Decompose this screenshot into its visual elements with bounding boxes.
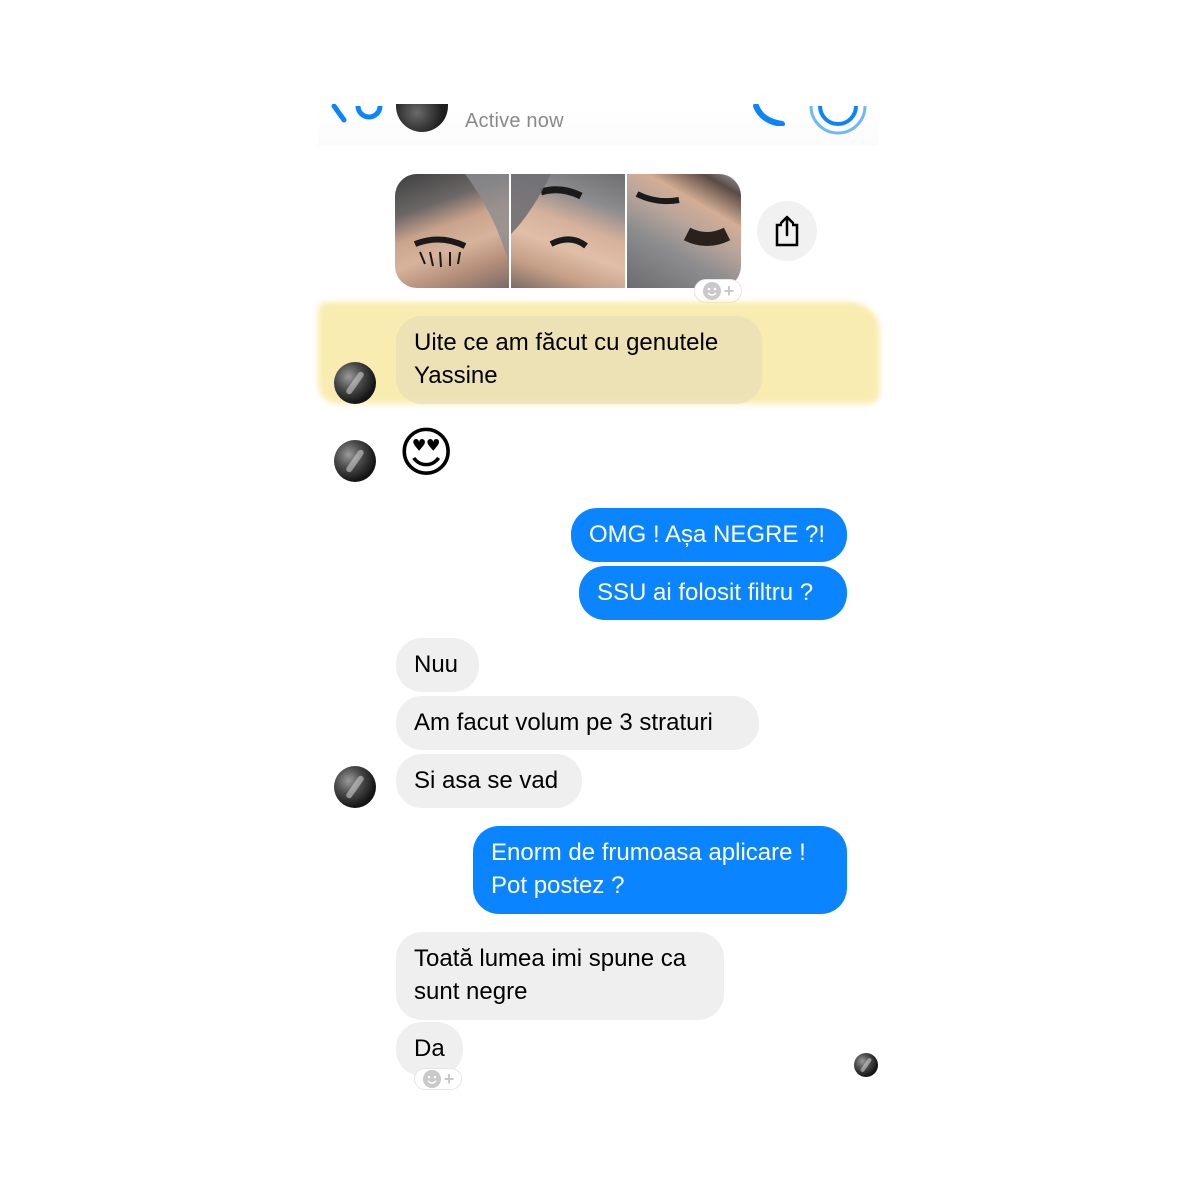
message-text: Da xyxy=(414,1035,445,1062)
incoming-message[interactable]: Si asa se vad xyxy=(396,754,582,808)
outgoing-message[interactable]: OMG ! Așa NEGRE ?! xyxy=(571,508,847,562)
avatar[interactable] xyxy=(334,362,376,404)
avatar[interactable] xyxy=(334,766,376,808)
smiley-icon xyxy=(702,282,721,300)
incoming-message[interactable]: Toată lumea imi spune ca sunt negre xyxy=(396,932,724,1020)
plus-icon: + xyxy=(443,1068,455,1089)
smiley-icon xyxy=(422,1070,441,1088)
video-icon[interactable] xyxy=(808,100,868,141)
message-text: Yassine xyxy=(414,362,498,389)
share-button[interactable] xyxy=(757,201,817,261)
message-text: Uite ce am făcut cu genutele xyxy=(414,329,719,356)
plus-icon: + xyxy=(723,280,735,301)
message-text: Toată lumea imi spune ca xyxy=(414,945,687,972)
avatar[interactable] xyxy=(334,440,376,482)
share-icon xyxy=(775,215,799,247)
add-reaction-button[interactable]: + xyxy=(414,1068,462,1090)
phone-icon[interactable] xyxy=(752,103,786,131)
incoming-message[interactable]: Nuu xyxy=(396,638,479,692)
message-text: Pot postez ? xyxy=(491,872,625,899)
emoji-message[interactable]: 😍 xyxy=(398,420,454,486)
incoming-message[interactable]: Uite ce am făcut cu genutele Yassine xyxy=(396,316,762,404)
message-text: Enorm de frumoasa aplicare ! xyxy=(491,839,806,866)
message-text: Am facut volum pe 3 straturi xyxy=(414,709,713,736)
seen-avatar xyxy=(854,1053,878,1077)
message-text: OMG ! Așa NEGRE ?! xyxy=(589,521,826,548)
message-text: Si asa se vad xyxy=(414,767,559,794)
active-status: Active now xyxy=(465,110,564,132)
message-text: Nuu xyxy=(414,651,459,678)
shared-photo[interactable] xyxy=(511,174,625,288)
incoming-message[interactable]: Am facut volum pe 3 straturi xyxy=(396,696,759,750)
shared-photo[interactable] xyxy=(627,174,741,288)
outgoing-message[interactable]: SSU ai folosit filtru ? xyxy=(579,566,847,620)
chevron-left-icon[interactable] xyxy=(330,103,386,131)
message-text: SSU ai folosit filtru ? xyxy=(597,579,814,606)
add-reaction-button[interactable]: + xyxy=(694,279,742,303)
shared-photo[interactable] xyxy=(395,174,509,288)
outgoing-message[interactable]: Enorm de frumoasa aplicare ! Pot postez … xyxy=(473,826,847,914)
message-text: sunt negre xyxy=(414,978,528,1005)
